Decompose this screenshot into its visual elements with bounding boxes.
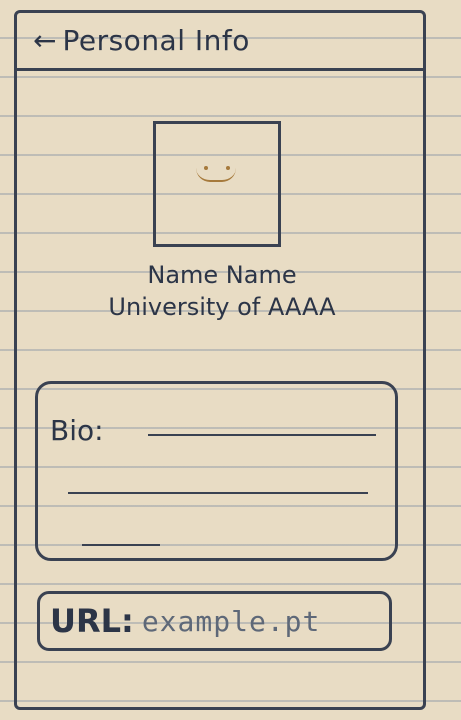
bio-label: Bio:	[50, 414, 104, 447]
avatar-smile	[196, 168, 236, 182]
profile-university: University of AAAA	[108, 293, 336, 321]
arrow-left-icon[interactable]: ←	[33, 26, 56, 55]
top-bar: ← Personal Info	[17, 13, 423, 71]
bio-line	[148, 434, 376, 436]
avatar[interactable]	[153, 121, 281, 247]
url-value: example.pt	[141, 604, 321, 638]
bio-line	[68, 492, 368, 494]
profile-name: Name Name	[147, 261, 297, 289]
bio-field[interactable]: Bio:	[35, 381, 398, 561]
phone-frame: ← Personal Info Name Name University of …	[14, 10, 426, 710]
url-label: URL:	[50, 602, 134, 640]
page-title: Personal Info	[62, 24, 250, 57]
url-field[interactable]: URL: example.pt	[37, 591, 392, 651]
bio-line	[82, 544, 160, 546]
